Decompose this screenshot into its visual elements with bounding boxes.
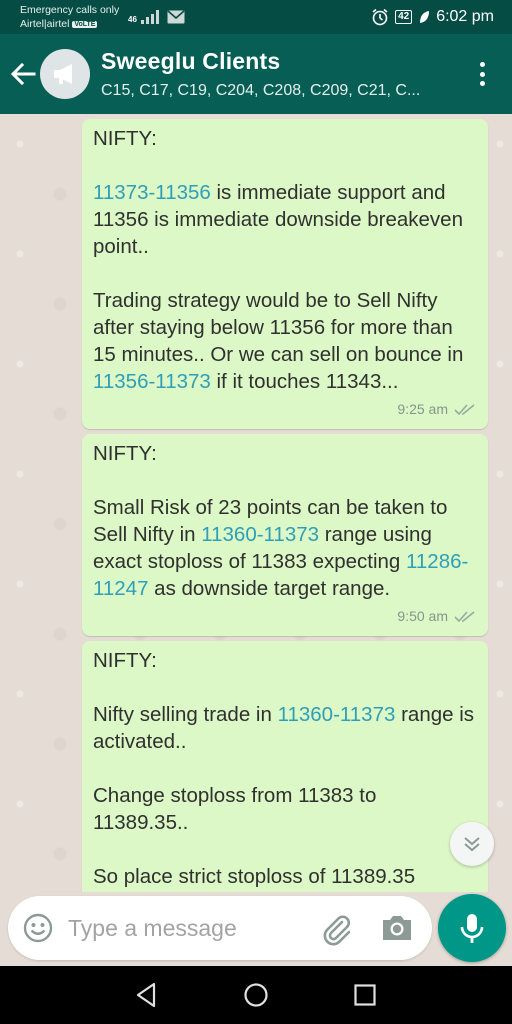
menu-dot-icon (479, 81, 485, 86)
message-text: Trading strategy would be to Sell Nifty … (93, 289, 470, 366)
message-link[interactable]: 11356-11373 (93, 370, 211, 393)
clock: 6:02 pm (436, 8, 494, 25)
volte-badge: VoLTE (72, 21, 98, 28)
square-recents-icon (354, 984, 376, 1006)
chat-title[interactable]: Sweeglu Clients (101, 48, 280, 75)
camera-button[interactable] (380, 912, 414, 944)
battery-saver-leaf-icon (420, 11, 430, 23)
carrier-line-2: Airtel|airtel (20, 18, 70, 30)
paperclip-icon (323, 915, 351, 946)
double-chevron-down-icon (464, 837, 480, 852)
camera-icon (383, 916, 411, 940)
emoji-icon (23, 913, 53, 943)
back-button[interactable] (8, 60, 38, 88)
double-check-icon (454, 610, 475, 622)
scroll-to-bottom-button[interactable] (450, 822, 494, 866)
message-time: 9:25 am (397, 401, 448, 417)
message-meta: 9:50 am (397, 603, 476, 630)
nav-recents-button[interactable] (350, 980, 380, 1010)
message-meta: 9:25 am (397, 396, 476, 423)
circle-home-icon (244, 983, 268, 1007)
message-bubble[interactable]: NIFTY: 11373-11356 is immediate support … (82, 119, 488, 429)
network-type: 46 (128, 15, 137, 24)
chat-header: Sweeglu Clients C15, C17, C19, C204, C20… (0, 34, 512, 114)
message-paragraph: So place strict stoploss of 11389.35 (93, 865, 416, 888)
nav-back-button[interactable] (132, 980, 162, 1010)
megaphone-icon (54, 64, 72, 84)
message-heading: NIFTY: (93, 127, 157, 150)
message-text: Nifty selling trade in (93, 703, 278, 726)
message-paragraph: Change stoploss from 11383 to 11389.35.. (93, 784, 383, 834)
message-text: if it touches 11343... (210, 370, 399, 393)
carrier-info: Emergency calls only Airtel|airtel VoLTE (20, 3, 119, 32)
message-time: 9:50 am (397, 608, 448, 624)
menu-dot-icon (479, 71, 485, 77)
microphone-icon (460, 914, 484, 943)
nav-home-button[interactable] (241, 980, 271, 1010)
message-heading: NIFTY: (93, 442, 157, 465)
message-heading: NIFTY: (93, 649, 157, 672)
message-paragraph: Trading strategy would be to Sell Nifty … (93, 287, 476, 395)
message-paragraph: Small Risk of 23 points can be taken to … (93, 494, 476, 602)
overflow-menu-button[interactable] (470, 58, 494, 90)
message-text: as downside target range. (148, 577, 391, 600)
group-avatar[interactable] (40, 49, 90, 99)
voice-record-button[interactable] (438, 894, 506, 962)
double-check-icon (454, 403, 475, 415)
message-link[interactable]: 11373-11356 (93, 181, 211, 204)
signal-group: 46 (128, 8, 185, 24)
status-right: 42 6:02 pm (371, 8, 494, 26)
message-input[interactable] (68, 910, 308, 946)
compose-bar (8, 896, 432, 960)
chat-members[interactable]: C15, C17, C19, C204, C208, C209, C21, C.… (101, 82, 453, 100)
system-nav-bar (0, 966, 512, 1024)
message-bubble[interactable]: NIFTY: Nifty selling trade in 11360-1137… (82, 641, 488, 892)
battery-icon: 42 (395, 10, 413, 24)
carrier-line-1: Emergency calls only (20, 4, 120, 16)
message-link[interactable]: 11360-11373 (278, 703, 396, 726)
back-arrow-icon (10, 62, 36, 86)
message-paragraph: Nifty selling trade in 11360-11373 range… (93, 701, 476, 755)
signal-icon (140, 10, 159, 24)
emoji-button[interactable] (22, 912, 54, 944)
status-bar: Emergency calls only Airtel|airtel VoLTE… (0, 0, 512, 34)
attach-button[interactable] (318, 910, 354, 946)
message-paragraph: 11373-11356 is immediate support and 113… (93, 179, 476, 260)
menu-dot-icon (479, 62, 485, 67)
message-list[interactable]: NIFTY: 11373-11356 is immediate support … (0, 114, 512, 892)
message-bubble[interactable]: NIFTY: Small Risk of 23 points can be ta… (82, 434, 488, 636)
message-link[interactable]: 11360-11373 (201, 523, 319, 546)
triangle-back-icon (136, 982, 156, 1008)
alarm-icon (372, 8, 388, 26)
mail-icon (167, 10, 185, 24)
